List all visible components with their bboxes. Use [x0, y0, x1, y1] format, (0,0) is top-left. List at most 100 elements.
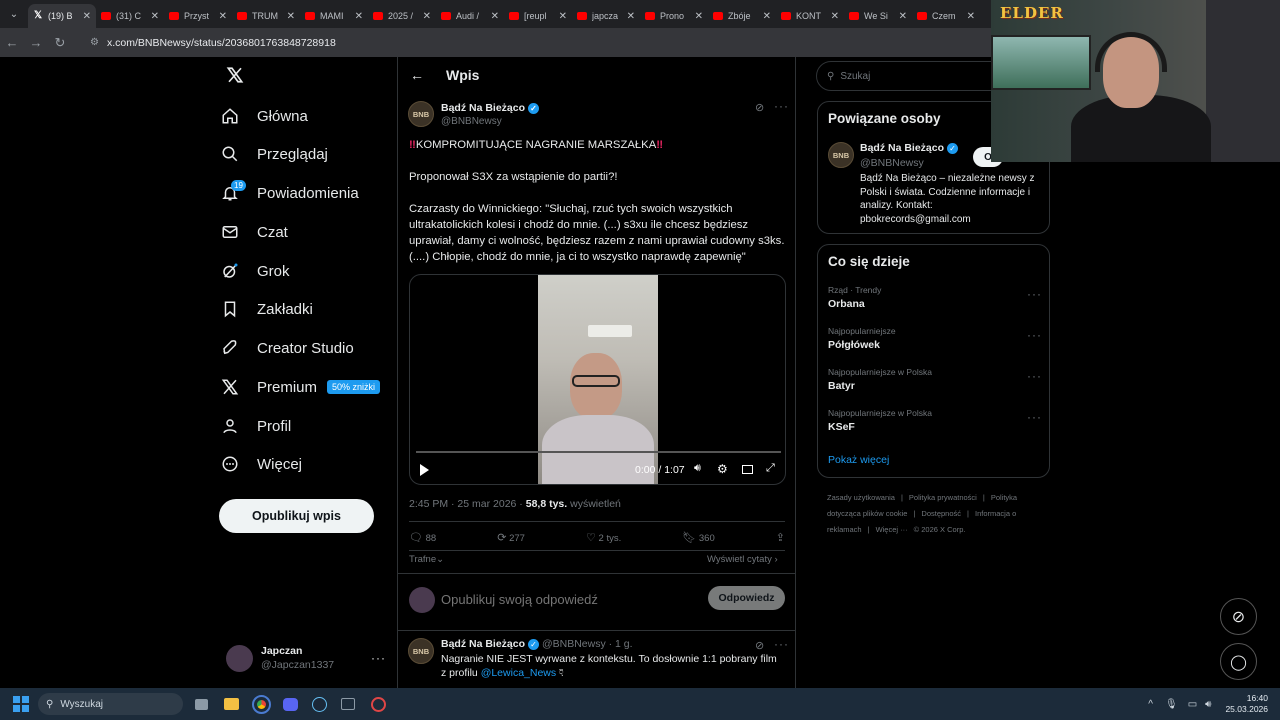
- tab-close-icon[interactable]: ✕: [491, 11, 499, 22]
- tab-close-icon[interactable]: ✕: [287, 11, 295, 22]
- reply-avatar[interactable]: BNB: [408, 638, 434, 664]
- microphone-icon[interactable]: 🎙︎: [1165, 699, 1178, 710]
- nav-item-person[interactable]: Profil: [219, 411, 291, 441]
- nav-item-rocket[interactable]: Creator Studio: [219, 333, 354, 363]
- like-action[interactable]: ♡ 2 tys.: [586, 531, 621, 544]
- windows-start-icon[interactable]: [13, 696, 29, 712]
- tab-close-icon[interactable]: ✕: [151, 11, 159, 22]
- back-arrow-icon[interactable]: ←: [410, 67, 424, 83]
- taskbar-search[interactable]: ⚲ Wyszukaj: [38, 693, 183, 715]
- browser-tab[interactable]: Przyst ✕: [164, 4, 232, 28]
- post-button[interactable]: Opublikuj wpis: [219, 499, 374, 533]
- trend-more-icon[interactable]: ···: [1027, 410, 1042, 424]
- browser-tab[interactable]: TRUM ✕: [232, 4, 300, 28]
- tab-close-icon[interactable]: ✕: [83, 11, 91, 22]
- settings-icon[interactable]: ⚙: [717, 462, 728, 476]
- forward-icon[interactable]: →: [24, 35, 48, 50]
- browser-tab[interactable]: Zbóje ✕: [708, 4, 776, 28]
- related-name[interactable]: Bądź Na Bieżąco: [860, 142, 944, 154]
- tab-close-icon[interactable]: ✕: [831, 11, 839, 22]
- grok-explain-icon[interactable]: ⊘: [755, 639, 764, 652]
- author-name[interactable]: Bądź Na Bieżąco: [441, 102, 525, 114]
- bookmark-action[interactable]: 🔖︎ 360: [682, 531, 714, 544]
- share-icon[interactable]: ⇪: [776, 531, 785, 544]
- grok-float-button[interactable]: ⊘: [1220, 598, 1257, 635]
- browser-tab[interactable]: KONT ✕: [776, 4, 844, 28]
- pip-icon[interactable]: [742, 465, 753, 474]
- footer-link[interactable]: Zasady użytkowania: [827, 493, 895, 502]
- steam-icon[interactable]: [312, 696, 327, 712]
- tab-close-icon[interactable]: ✕: [627, 11, 635, 22]
- trend-more-icon[interactable]: ···: [1027, 369, 1042, 383]
- browser-tab[interactable]: (31) C ✕: [96, 4, 164, 28]
- browser-tab[interactable]: 𝕏 (19) B ✕: [28, 4, 96, 28]
- browser-tab[interactable]: 2025 / ✕: [368, 4, 436, 28]
- x-logo-icon[interactable]: [226, 66, 246, 86]
- site-settings-icon[interactable]: ⚙: [90, 37, 99, 48]
- app-icon[interactable]: [371, 696, 386, 712]
- nav-item-bell[interactable]: 19 Powiadomienia: [219, 178, 359, 208]
- post-more-icon[interactable]: ···: [774, 99, 789, 113]
- trend-more-icon[interactable]: ···: [1027, 328, 1042, 342]
- trend-more-icon[interactable]: ···: [1027, 287, 1042, 301]
- browser-tab[interactable]: Audi / ✕: [436, 4, 504, 28]
- browser-tab[interactable]: japcza ✕: [572, 4, 640, 28]
- post-timestamp[interactable]: 2:45 PM · 25 mar 2026 ·: [409, 498, 523, 510]
- video-progress-bar[interactable]: [416, 451, 781, 453]
- author-handle[interactable]: @BNBNewsy: [441, 116, 539, 127]
- nav-item-x-logo[interactable]: Premium 50% zniżki: [219, 372, 381, 402]
- reply-button[interactable]: Odpowiedz: [708, 586, 785, 610]
- tab-close-icon[interactable]: ✕: [559, 11, 567, 22]
- related-avatar[interactable]: BNB: [828, 142, 854, 168]
- fullscreen-icon[interactable]: ⤢: [766, 462, 775, 475]
- reply-action[interactable]: 🗨︎ 88: [409, 531, 436, 544]
- chrome-icon[interactable]: [252, 694, 271, 714]
- nav-item-search[interactable]: Przeglądaj: [219, 139, 328, 169]
- sort-dropdown[interactable]: Trafne⌄: [409, 554, 444, 565]
- video-player[interactable]: 0:00 / 1:07 🔊︎ ⚙ ⤢: [409, 274, 786, 485]
- footer-link[interactable]: Więcej ···: [876, 525, 908, 534]
- trend-item[interactable]: Najpopularniejsze w Polska Batyr ···: [828, 367, 1042, 392]
- tray-chevron-icon[interactable]: ^: [1148, 699, 1153, 710]
- tab-close-icon[interactable]: ✕: [899, 11, 907, 22]
- nav-item-home[interactable]: Główna: [219, 101, 308, 131]
- nav-item-grok[interactable]: Grok: [219, 256, 290, 286]
- tab-search-chevron-icon[interactable]: ⌄: [0, 0, 28, 28]
- tab-close-icon[interactable]: ✕: [763, 11, 771, 22]
- tab-close-icon[interactable]: ✕: [423, 11, 431, 22]
- grok-explain-icon[interactable]: ⊘: [755, 101, 767, 114]
- file-explorer-icon[interactable]: [224, 698, 239, 710]
- play-icon[interactable]: [420, 464, 429, 476]
- view-quotes-link[interactable]: Wyświetl cytaty ›: [707, 554, 778, 565]
- footer-link[interactable]: © 2026 X Corp.: [914, 525, 966, 534]
- account-more-icon[interactable]: ···: [371, 651, 386, 665]
- reply-mention-link[interactable]: @Lewica_News: [481, 667, 556, 679]
- clock[interactable]: 16:40 25.03.2026: [1225, 693, 1268, 715]
- reply-input[interactable]: [441, 589, 696, 609]
- browser-tab[interactable]: Czem ✕: [912, 4, 980, 28]
- reply-more-icon[interactable]: ···: [774, 637, 789, 651]
- show-more-link[interactable]: Pokaż więcej: [828, 454, 889, 466]
- browser-tab[interactable]: MAMI ✕: [300, 4, 368, 28]
- footer-link[interactable]: Dostępność: [921, 509, 961, 518]
- nav-item-bookmark[interactable]: Zakładki: [219, 294, 313, 324]
- tab-close-icon[interactable]: ✕: [967, 11, 975, 22]
- browser-tab[interactable]: [reupl ✕: [504, 4, 572, 28]
- taskview-icon[interactable]: [195, 698, 208, 710]
- nav-item-more-circle[interactable]: Więcej: [219, 449, 302, 479]
- volume-icon[interactable]: 🔊︎: [1205, 699, 1211, 710]
- tab-close-icon[interactable]: ✕: [695, 11, 703, 22]
- reload-icon[interactable]: ↻: [48, 35, 72, 51]
- trend-item[interactable]: Najpopularniejsze w Polska KSeF ···: [828, 408, 1042, 433]
- trend-item[interactable]: Rząd · Trendy Orbana ···: [828, 285, 1042, 310]
- browser-tab[interactable]: Prono ✕: [640, 4, 708, 28]
- back-icon[interactable]: ←: [0, 35, 24, 50]
- network-icon[interactable]: ▭: [1188, 699, 1197, 710]
- author-avatar[interactable]: BNB: [408, 101, 434, 127]
- chat-float-button[interactable]: ◯: [1220, 643, 1257, 680]
- account-switcher[interactable]: Japczan @Japczan1337 ···: [226, 640, 386, 676]
- volume-icon[interactable]: 🔊︎: [694, 462, 701, 475]
- app-icon[interactable]: [341, 698, 355, 710]
- nav-item-mail[interactable]: Czat: [219, 217, 288, 247]
- trend-item[interactable]: Najpopularniejsze Półgłówek ···: [828, 326, 1042, 351]
